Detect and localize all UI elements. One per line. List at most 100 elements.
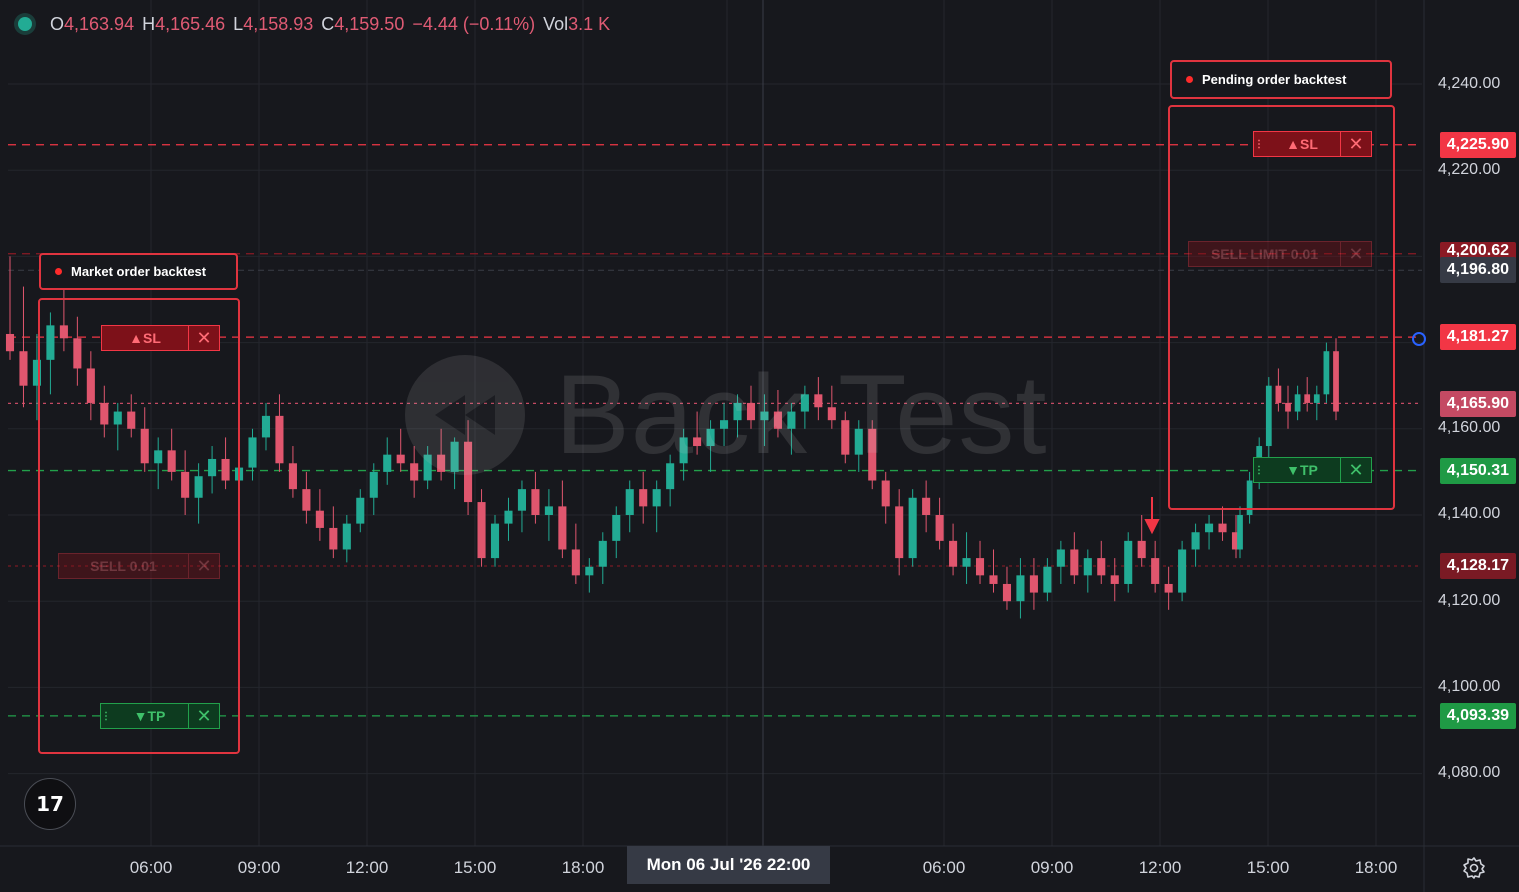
candle-body [423,454,432,481]
pending-tp-tag[interactable]: ⋮ ▼TP ✕ [1253,457,1372,483]
market-order-callout: Market order backtest [39,253,238,290]
pending-order-callout: Pending order backtest [1170,60,1392,99]
candle-body [800,394,809,412]
market-entry-tag[interactable]: SELL 0.01 ✕ [58,553,220,579]
candle-body [477,502,486,559]
pending-tp-price: 4,150.31 [1439,458,1516,484]
candle-body [437,454,446,472]
candle-body [531,489,540,515]
time-axis-label: 09:00 [237,858,281,877]
candle-body [1110,575,1119,584]
market-sl-price: 4,181.27 [1439,324,1516,350]
high-value: 4,165.46 [155,13,226,34]
open-value: 4,163.94 [64,13,135,34]
candle-body [639,489,648,507]
time-axis-label: 12:00 [1138,858,1182,877]
candle-body [1056,549,1065,567]
candle-body [261,415,271,438]
market-entry-label: SELL 0.01 [90,558,157,574]
candle-body [1178,549,1187,593]
market-status-icon [18,17,32,31]
alert-circle-icon[interactable] [1412,332,1426,346]
candle-body [935,515,944,541]
candle-body [1151,558,1160,584]
candle-body [1097,558,1106,576]
callout-bullet-icon [1186,76,1193,83]
candle-body [693,437,702,447]
drag-handle-icon[interactable]: ⋮ [101,704,111,728]
close-icon[interactable]: ✕ [188,704,219,728]
candle-body [504,510,513,524]
price-axis-label: 4,120.00 [1438,592,1501,609]
candle-body [1029,575,1038,593]
candle-body [329,527,338,550]
candle-body [1237,515,1243,550]
candle-body [868,428,877,481]
candle-body [949,540,958,567]
tradingview-logo-icon[interactable]: 17 [24,778,76,830]
candle-body [760,411,769,421]
market-sl-tag[interactable]: ▲SL ✕ [101,325,220,351]
candle-body [450,441,459,472]
candle-body [558,506,567,550]
candle-body [989,575,998,584]
candle-body [396,454,405,464]
volume-label: Vol [543,13,569,34]
close-icon[interactable]: ✕ [188,554,219,578]
candle-body [1016,575,1025,602]
candle-body [585,566,594,576]
close-icon[interactable]: ✕ [188,326,219,350]
candle-body [975,558,985,576]
pending-sl-label: ▲SL [1286,136,1318,152]
candle-body [652,489,661,507]
candle-body [841,420,850,455]
crosshair-time-label: Mon 06 Jul '26 22:00 [627,846,830,884]
candle-body [1124,540,1133,584]
candle-body [383,454,392,472]
time-axis-label: 15:00 [1246,858,1290,877]
open-label: O [50,13,65,34]
candle-body [19,351,28,386]
market-tp-label: ▼TP [133,708,166,724]
close-icon[interactable]: ✕ [1340,242,1371,266]
gear-icon[interactable] [1462,856,1486,880]
candle-body [854,428,863,455]
close-icon[interactable]: ✕ [1340,458,1371,482]
high-label: H [142,13,156,34]
price-axis-label: 4,220.00 [1438,161,1501,178]
candle-body [787,411,796,429]
candle-body [1083,558,1092,576]
candle-body [248,437,257,468]
candle-body [625,489,634,515]
market-order-region [38,298,240,754]
price-axis-label: 4,140.00 [1438,505,1501,522]
market-tp-tag[interactable]: ⋮ ▼TP ✕ [100,703,220,729]
pending-entry-tag[interactable]: SELL LIMIT 0.01 ✕ [1188,241,1372,267]
candle-body [1164,583,1173,593]
candle-body [706,428,715,447]
time-axis-label: 06:00 [922,858,966,877]
pending-order-region [1168,105,1395,510]
candle-body [1002,583,1012,602]
pending-tp-label: ▼TP [1286,462,1318,478]
candle-body [720,420,729,429]
candle-body [490,523,500,559]
close-value: 4,159.50 [334,13,405,34]
time-axis-label: 12:00 [345,858,389,877]
time-axis-label: 09:00 [1030,858,1074,877]
market-order-title: Market order backtest [71,264,207,279]
time-axis-label: 18:00 [561,858,605,877]
candle-body [1043,566,1052,593]
candle-body [1191,532,1200,550]
candle-body [1070,549,1079,576]
price-axis-label: 4,080.00 [1438,764,1501,781]
low-label: L [233,13,244,34]
drag-handle-icon[interactable]: ⋮ [1254,458,1264,482]
candle-body [315,510,324,528]
pending-sl-tag[interactable]: ⋮ ▲SL ✕ [1253,131,1372,157]
candle-body [679,437,688,464]
pending-order-title: Pending order backtest [1202,72,1347,87]
close-icon[interactable]: ✕ [1340,132,1371,156]
drag-handle-icon[interactable]: ⋮ [1254,132,1264,156]
candle-body [773,411,782,429]
